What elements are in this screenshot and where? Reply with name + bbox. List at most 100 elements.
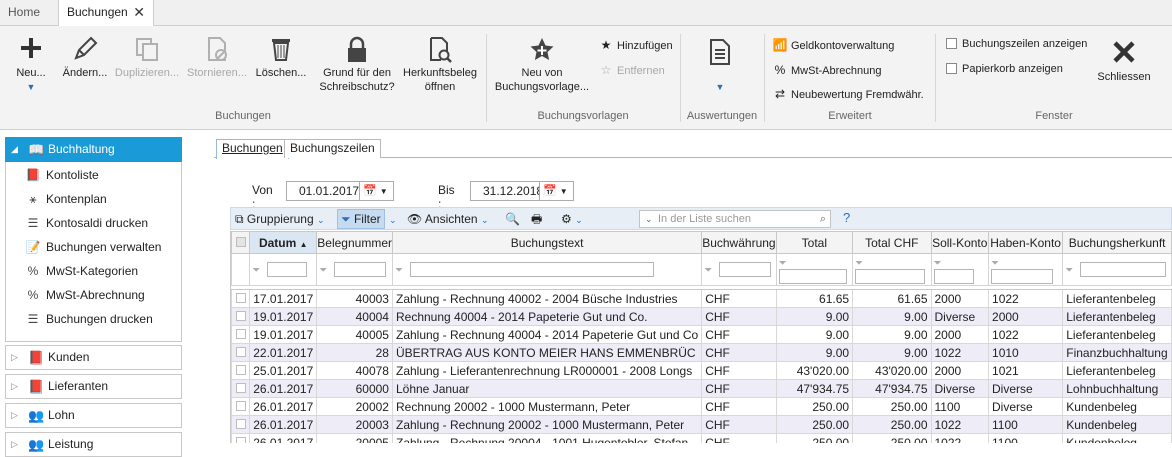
help-icon[interactable]: ?	[843, 210, 850, 225]
hinzufuegen-button[interactable]: ★ Hinzufügen	[598, 38, 673, 52]
row-select-cell[interactable]	[231, 415, 251, 435]
column-header-haben-konto[interactable]: Haben-Konto	[988, 231, 1064, 254]
subtab-buchungen[interactable]: Buchungen	[216, 139, 289, 159]
gruppierung-button[interactable]: ⧉ Gruppierung ⌄	[235, 210, 325, 228]
column-filter-icon[interactable]: ⏷	[252, 265, 267, 276]
column-header-total-chf[interactable]: Total CHF	[852, 231, 932, 254]
nav-section-leistung[interactable]: ▷ 👥 Leistung	[5, 432, 182, 457]
row-select-cell[interactable]	[231, 379, 251, 399]
tab-buchungen[interactable]: Buchungen ✕	[58, 0, 154, 27]
row-select-cell[interactable]	[231, 361, 251, 381]
column-filter-input[interactable]	[334, 262, 387, 278]
row-checkbox[interactable]	[235, 310, 246, 321]
column-header-buchwaehrung[interactable]: Buchwährung	[701, 231, 777, 254]
tab-home[interactable]: Home	[0, 0, 58, 26]
print-preview-button[interactable]: 🔍	[505, 210, 520, 228]
aendern-button[interactable]: Ändern...	[56, 32, 114, 80]
nav-item-kontenplan[interactable]: ⚹ Kontenplan	[24, 188, 106, 210]
column-filter-cell[interactable]: ⏷	[852, 252, 932, 287]
column-filter-icon[interactable]: ⏷	[319, 265, 334, 276]
row-select-cell[interactable]	[231, 289, 251, 309]
column-header-buchungstext[interactable]: Buchungstext	[391, 231, 703, 254]
table-row[interactable]: 22.01.2017 28 ÜBERTRAG AUS KONTO MEIER HAN…	[231, 343, 1172, 363]
column-filter-icon[interactable]: ⏷	[395, 265, 410, 276]
table-row[interactable]: 17.01.2017 40003 Zahlung - Rechnung 40002 …	[231, 289, 1172, 309]
nav-item-buchungen-verwalten[interactable]: 📝 Buchungen verwalten	[24, 236, 162, 258]
row-select-cell[interactable]	[231, 307, 251, 327]
column-filter-cell[interactable]: ⏷	[316, 252, 393, 287]
von-date-input[interactable]: 01.01.2017	[286, 181, 360, 201]
column-filter-cell[interactable]: ⏷	[988, 252, 1064, 287]
mwst-abrechnung-button[interactable]: % MwSt-Abrechnung	[772, 63, 882, 77]
loeschen-button[interactable]: Löschen...	[252, 32, 310, 80]
schreibschutz-button[interactable]: Grund für den Schreibschutz?	[312, 32, 402, 94]
row-checkbox[interactable]	[235, 328, 246, 339]
column-header-soll-konto[interactable]: Soll-Konto	[930, 231, 990, 254]
herkunftsbeleg-button[interactable]: Herkunftsbeleg öffnen	[400, 32, 480, 94]
neu-dropdown-icon[interactable]: ▼	[27, 82, 36, 92]
nav-item-mwst-abrechnung[interactable]: % MwSt-Abrechnung	[24, 284, 145, 306]
row-select-cell[interactable]	[231, 397, 251, 417]
column-filter-input[interactable]	[855, 269, 926, 285]
table-row[interactable]: 19.01.2017 40004 Rechnung 40004 - 2014 Pap…	[231, 307, 1172, 327]
search-input[interactable]: ⌄ In der Liste suchen ⌕	[639, 210, 831, 228]
column-filter-input[interactable]	[991, 269, 1054, 285]
nav-section-kunden[interactable]: ▷ 📕 Kunden	[5, 345, 182, 370]
neu-button[interactable]: Neu... ▼	[8, 32, 54, 94]
row-checkbox[interactable]	[235, 436, 246, 443]
table-row[interactable]: 19.01.2017 40005 Zahlung - Rechnung 40004 …	[231, 325, 1172, 345]
bis-date-input[interactable]: 31.12.2018	[470, 181, 543, 201]
column-filter-input[interactable]	[933, 269, 974, 285]
neu-von-vorlage-button[interactable]: Neu von Buchungsvorlage...	[490, 32, 594, 94]
row-select-cell[interactable]	[231, 325, 251, 345]
buchungszeilen-checkbox[interactable]: Buchungszeilen anzeigen	[946, 38, 1087, 50]
auswertungen-dropdown-icon[interactable]: ▼	[700, 80, 740, 94]
column-filter-input[interactable]	[778, 269, 847, 285]
nav-section-buchhaltung[interactable]: ◢ 📖 Buchhaltung	[5, 137, 182, 162]
row-checkbox[interactable]	[235, 400, 246, 411]
column-filter-cell[interactable]: ⏷	[391, 252, 703, 287]
nav-section-lohn[interactable]: ▷ 👥 Lohn	[5, 403, 182, 428]
column-filter-icon[interactable]: ⏷	[934, 258, 949, 269]
column-filter-input[interactable]	[267, 262, 308, 278]
table-row[interactable]: 25.01.2017 40078 Zahlung - Lieferantenrech…	[231, 361, 1172, 381]
entfernen-button[interactable]: ☆ Entfernen	[598, 63, 665, 77]
neubewertung-button[interactable]: ⇄ Neubewertung Fremdwähr.	[772, 87, 924, 101]
checkbox-box[interactable]	[946, 38, 957, 49]
row-checkbox[interactable]	[235, 346, 246, 357]
bis-calendar-button[interactable]: 📅 ▼	[539, 181, 574, 201]
row-select-cell[interactable]	[231, 433, 251, 443]
nav-item-buchungen-drucken[interactable]: ☰ Buchungen drucken	[24, 308, 153, 330]
row-checkbox[interactable]	[235, 418, 246, 429]
filter-button[interactable]: ⏷ Filter	[337, 209, 385, 229]
select-all-checkbox[interactable]	[235, 236, 246, 247]
nav-item-kontoliste[interactable]: 📕 Kontoliste	[24, 164, 99, 186]
table-row[interactable]: 26.01.2017 60000 Löhne Januar CHF 47'934.75 4…	[231, 379, 1172, 399]
ansichten-button[interactable]: 👁 Ansichten ⌄	[407, 210, 489, 228]
filter-dropdown-button[interactable]: ⌄	[389, 210, 397, 228]
column-filter-icon[interactable]: ⏷	[991, 258, 1006, 269]
column-filter-icon[interactable]: ⏷	[1065, 265, 1080, 276]
auswertungen-button[interactable]: ▼	[700, 34, 740, 94]
table-row[interactable]: 26.01.2017 20003 Zahlung - Rechnung 20002 …	[231, 415, 1172, 435]
checkbox-box[interactable]	[946, 63, 957, 74]
nav-section-lieferanten[interactable]: ▷ 📕 Lieferanten	[5, 374, 182, 399]
row-checkbox[interactable]	[235, 364, 246, 375]
column-header-datum[interactable]: Datum ▲	[249, 231, 318, 254]
row-checkbox[interactable]	[235, 382, 246, 393]
close-tab-icon[interactable]: ✕	[133, 0, 145, 24]
column-filter-cell[interactable]: ⏷	[701, 252, 777, 287]
row-select-cell[interactable]	[231, 343, 251, 363]
table-row[interactable]: 26.01.2017 20002 Rechnung 20002 - 1000 Mus…	[231, 397, 1172, 417]
geldkontoverwaltung-button[interactable]: 📶 Geldkontoverwaltung	[772, 38, 895, 52]
papierkorb-checkbox[interactable]: Papierkorb anzeigen	[946, 63, 1063, 75]
column-filter-cell[interactable]: ⏷	[775, 252, 854, 287]
stornieren-button[interactable]: Stornieren...	[184, 32, 250, 80]
column-filter-cell[interactable]: ⏷	[1062, 252, 1172, 287]
column-header-total[interactable]: Total	[775, 231, 854, 254]
print-button[interactable]: 🖶	[531, 210, 542, 228]
schliessen-button[interactable]: Schliessen	[1092, 36, 1156, 84]
column-filter-icon[interactable]: ⏷	[704, 265, 719, 276]
column-filter-cell[interactable]: ⏷	[930, 252, 990, 287]
table-row[interactable]: 26.01.2017 20005 Zahlung - Rechnung 20004 …	[231, 433, 1172, 443]
